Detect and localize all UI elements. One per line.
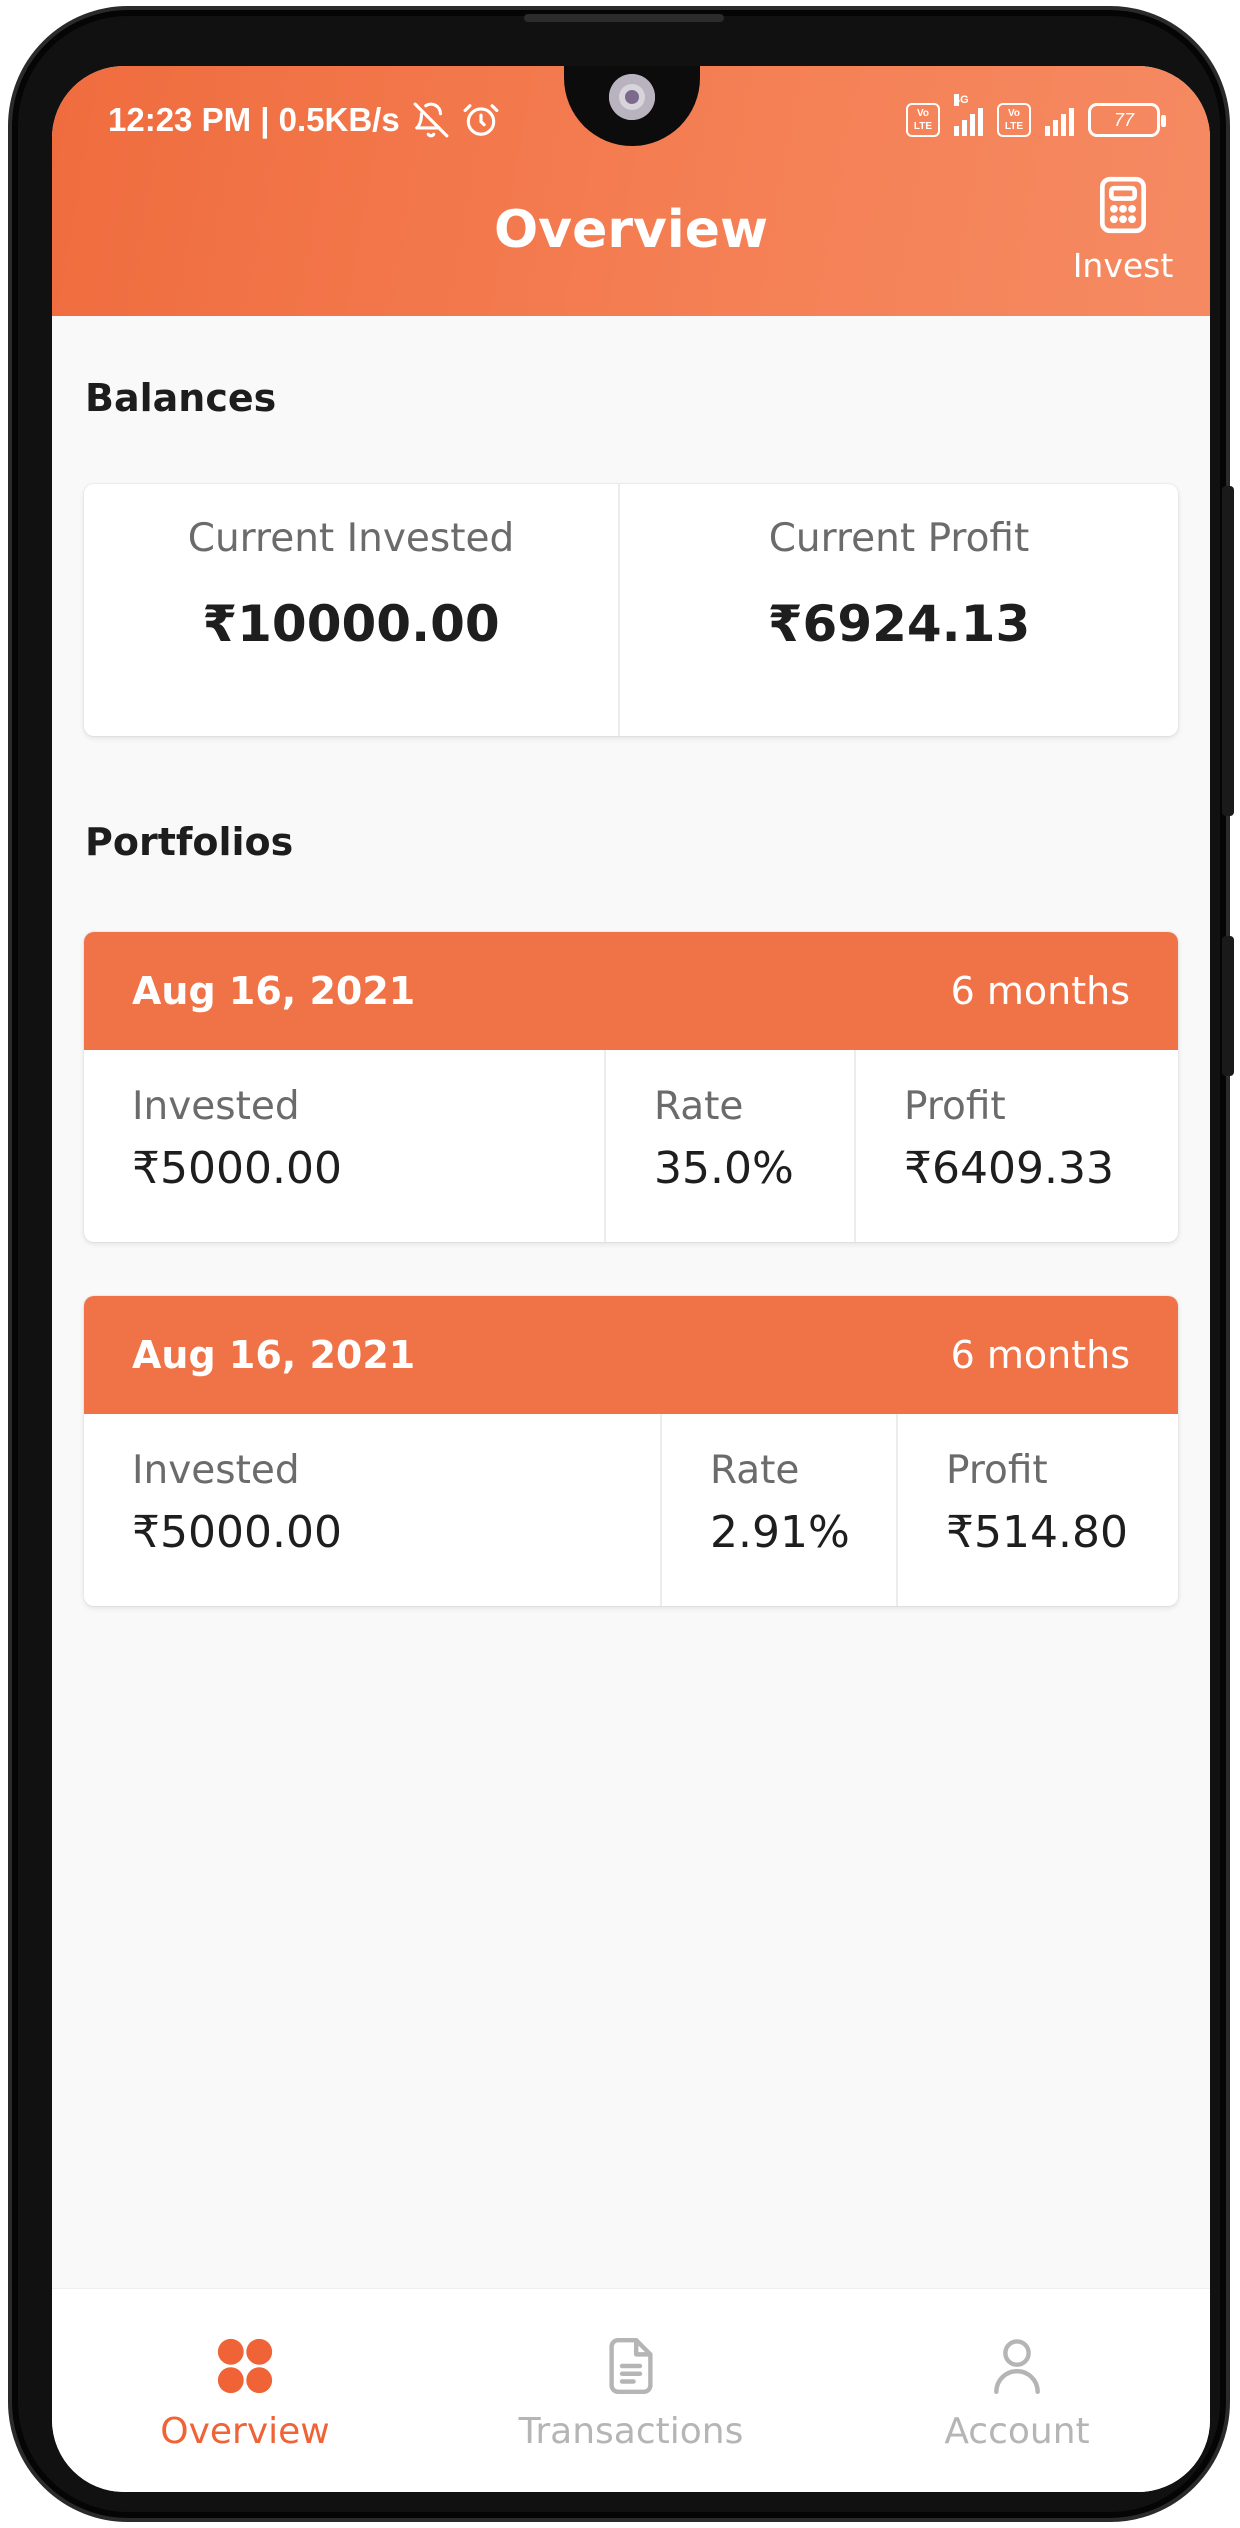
grid-icon	[214, 2335, 276, 2401]
invested-cell: Invested ₹5000.00	[84, 1050, 604, 1242]
current-invested-box: Current Invested ₹10000.00	[84, 484, 618, 736]
profit-label: Profit	[946, 1448, 1048, 1493]
invested-label: Invested	[132, 1448, 300, 1493]
signal-icon: 4G	[954, 94, 983, 136]
balances-card: Current Invested ₹10000.00 Current Profi…	[84, 484, 1178, 736]
volume-button	[1222, 486, 1234, 816]
portfolio-date: Aug 16, 2021	[132, 1333, 416, 1377]
nav-item-transactions[interactable]: Transactions	[438, 2289, 824, 2492]
profit-value: ₹6409.33	[904, 1143, 1114, 1194]
rate-value: 2.91%	[710, 1507, 850, 1558]
invested-cell: Invested ₹5000.00	[84, 1414, 660, 1606]
portfolio-card[interactable]: Aug 16, 2021 6 months Invested ₹5000.00 …	[84, 1296, 1178, 1606]
app-screen: 12:23 PM | 0.5KB/s Vo LTE 4G Vo LTE 77 O…	[52, 66, 1210, 2492]
portfolio-details: Invested ₹5000.00 Rate 2.91% Profit ₹514…	[84, 1414, 1178, 1606]
portfolio-date: Aug 16, 2021	[132, 969, 416, 1013]
current-invested-value: ₹10000.00	[202, 595, 500, 653]
status-time: 12:23 PM | 0.5KB/s	[108, 101, 400, 138]
invested-label: Invested	[132, 1084, 300, 1129]
bottom-navigation: Overview Transactions Account	[52, 2288, 1210, 2492]
status-bar-left: 12:23 PM | 0.5KB/s	[108, 98, 500, 142]
profit-label: Profit	[904, 1084, 1006, 1129]
nav-label-transactions: Transactions	[518, 2411, 744, 2452]
camera-notch	[564, 66, 700, 146]
front-camera	[609, 74, 655, 120]
portfolio-header: Aug 16, 2021 6 months	[84, 932, 1178, 1050]
rate-cell: Rate 2.91%	[660, 1414, 896, 1606]
rate-label: Rate	[654, 1084, 744, 1129]
user-icon	[986, 2335, 1048, 2401]
rate-cell: Rate 35.0%	[604, 1050, 854, 1242]
nav-label-account: Account	[944, 2411, 1090, 2452]
profit-value: ₹514.80	[946, 1507, 1128, 1558]
current-invested-label: Current Invested	[187, 516, 515, 561]
current-profit-value: ₹6924.13	[767, 595, 1031, 653]
volte-badge: Vo LTE	[906, 103, 940, 137]
document-icon	[600, 2335, 662, 2401]
phone-frame: 12:23 PM | 0.5KB/s Vo LTE 4G Vo LTE 77 O…	[8, 6, 1234, 2522]
invest-label: Invest	[1072, 246, 1174, 285]
battery-icon: 77	[1088, 103, 1166, 137]
current-profit-label: Current Profit	[768, 516, 1030, 561]
app-header: 12:23 PM | 0.5KB/s Vo LTE 4G Vo LTE 77 O…	[52, 66, 1210, 316]
portfolio-card[interactable]: Aug 16, 2021 6 months Invested ₹5000.00 …	[84, 932, 1178, 1242]
balances-heading: Balances	[85, 376, 277, 420]
rate-label: Rate	[710, 1448, 800, 1493]
portfolio-details: Invested ₹5000.00 Rate 35.0% Profit ₹640…	[84, 1050, 1178, 1242]
bell-off-icon	[412, 101, 450, 139]
network-type: 4G	[954, 94, 969, 106]
portfolio-duration: 6 months	[950, 969, 1130, 1013]
profit-cell: Profit ₹514.80	[896, 1414, 1178, 1606]
alarm-clock-icon	[462, 101, 500, 139]
invested-value: ₹5000.00	[132, 1143, 342, 1194]
nav-item-account[interactable]: Account	[824, 2289, 1210, 2492]
page-title: Overview	[493, 200, 769, 260]
invested-value: ₹5000.00	[132, 1507, 342, 1558]
power-button	[1222, 936, 1234, 1076]
profit-cell: Profit ₹6409.33	[854, 1050, 1178, 1242]
nav-item-overview[interactable]: Overview	[52, 2289, 438, 2492]
speaker-slit	[524, 14, 724, 22]
invest-button[interactable]: Invest	[1068, 174, 1178, 290]
portfolio-duration: 6 months	[950, 1333, 1130, 1377]
portfolio-header: Aug 16, 2021 6 months	[84, 1296, 1178, 1414]
rate-value: 35.0%	[654, 1143, 794, 1194]
current-profit-box: Current Profit ₹6924.13	[618, 484, 1178, 736]
signal-icon-2	[1045, 104, 1074, 136]
status-bar-right: Vo LTE 4G Vo LTE 77	[906, 94, 1166, 140]
calculator-icon	[1092, 174, 1154, 240]
nav-label-overview: Overview	[160, 2411, 330, 2452]
portfolios-heading: Portfolios	[85, 820, 294, 864]
volte-badge-2: Vo LTE	[997, 103, 1031, 137]
